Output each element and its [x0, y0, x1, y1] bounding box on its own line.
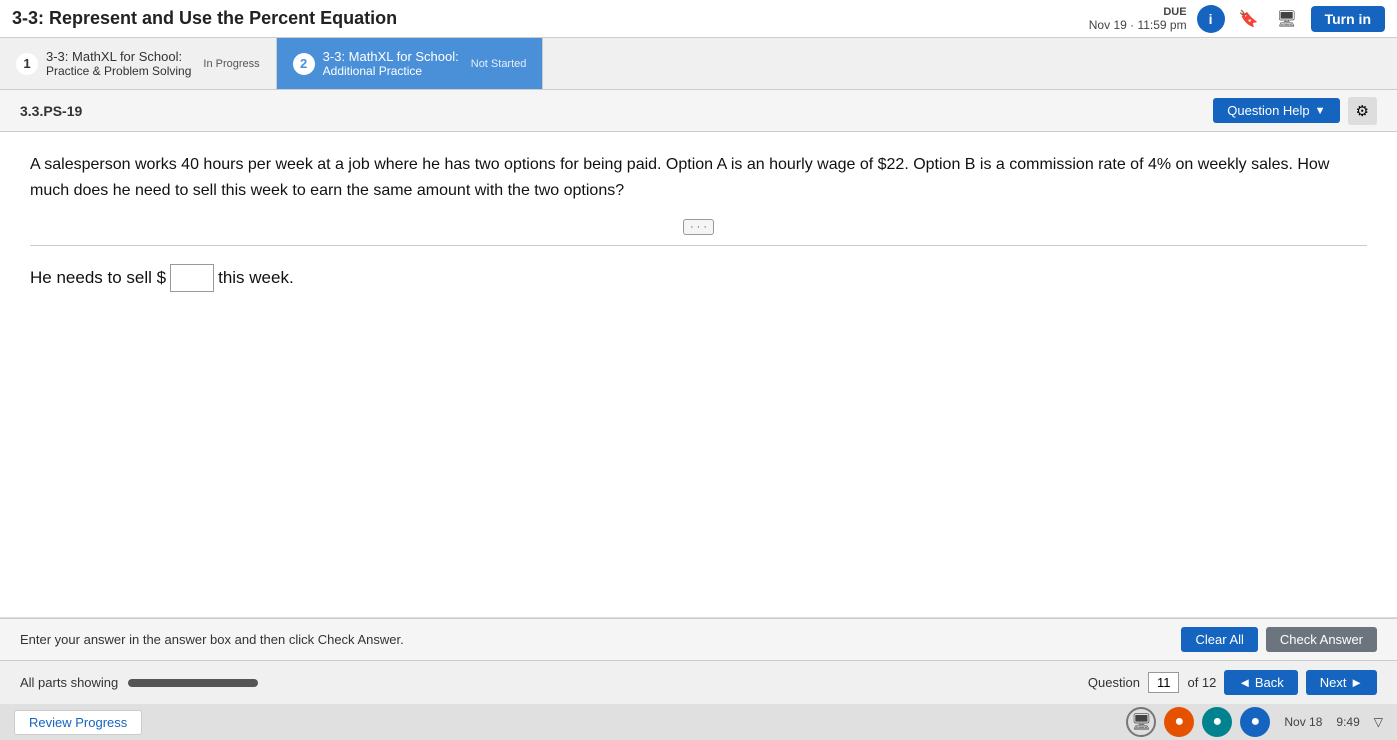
bottom-bar: Enter your answer in the answer box and … — [0, 618, 1397, 660]
tab-2[interactable]: 2 3-3: MathXL for School: Additional Pra… — [277, 38, 544, 89]
tab-2-number: 2 — [293, 53, 315, 75]
wifi-icon: ▽ — [1374, 715, 1383, 729]
check-answer-button[interactable]: Check Answer — [1266, 627, 1377, 652]
tab-2-title: 3-3: MathXL for School: — [323, 49, 459, 64]
next-button[interactable]: Next ► — [1306, 670, 1377, 695]
of-label: of 12 — [1187, 675, 1216, 690]
bookmark-icon[interactable]: 🔖 — [1235, 5, 1263, 33]
tab-1-status: In Progress — [203, 58, 259, 70]
tab-2-status: Not Started — [471, 58, 527, 70]
status-bar: Review Progress 🖥 ● ● ● Nov 18 9:49 ▽ — [0, 704, 1397, 740]
instruction-text: Enter your answer in the answer box and … — [20, 632, 404, 647]
answer-input[interactable] — [170, 264, 214, 292]
status-time: 9:49 — [1336, 715, 1359, 729]
due-info: DUE Nov 19 · 11:59 pm — [1089, 6, 1187, 32]
chevron-down-icon: ▼ — [1315, 105, 1326, 117]
screen-icon[interactable]: 🖥 — [1126, 707, 1156, 737]
question-area: 3.3.PS-19 Question Help ▼ ⚙ — [0, 90, 1397, 132]
content-wrapper: A salesperson works 40 hours per week at… — [0, 132, 1397, 618]
tab-1[interactable]: 1 3-3: MathXL for School: Practice & Pro… — [0, 38, 277, 89]
monitor-icon[interactable]: 🖥 — [1273, 5, 1301, 33]
bottom-bar-actions: Clear All Check Answer — [1181, 627, 1377, 652]
answer-suffix: this week. — [218, 268, 294, 288]
answer-prefix: He needs to sell $ — [30, 268, 166, 288]
top-header: 3-3: Represent and Use the Percent Equat… — [0, 0, 1397, 38]
due-label: DUE — [1089, 6, 1187, 18]
question-help-button[interactable]: Question Help ▼ — [1213, 98, 1339, 123]
teal-app-icon[interactable]: ● — [1202, 707, 1232, 737]
status-date: Nov 18 — [1284, 715, 1322, 729]
main-content: A salesperson works 40 hours per week at… — [0, 132, 1397, 618]
tab-1-content: 3-3: MathXL for School: Practice & Probl… — [46, 49, 191, 78]
tab-2-content: 3-3: MathXL for School: Additional Pract… — [323, 49, 459, 78]
parts-progress-bar — [128, 679, 258, 687]
parts-showing-label: All parts showing — [20, 675, 118, 690]
review-progress-button[interactable]: Review Progress — [14, 710, 142, 735]
turn-in-button[interactable]: Turn in — [1311, 6, 1385, 32]
blue-app-icon[interactable]: ● — [1240, 707, 1270, 737]
info-icon[interactable]: i — [1197, 5, 1225, 33]
taskbar-icons: 🖥 ● ● ● — [1126, 707, 1270, 737]
problem-text: A salesperson works 40 hours per week at… — [30, 152, 1367, 203]
tab-navigation: 1 3-3: MathXL for School: Practice & Pro… — [0, 38, 1397, 90]
question-help-area: Question Help ▼ ⚙ — [1213, 97, 1377, 125]
parts-progress-fill — [128, 679, 258, 687]
ellipsis-button[interactable]: · · · — [683, 219, 714, 235]
tab-1-title: 3-3: MathXL for School: — [46, 49, 191, 64]
parts-showing: All parts showing — [20, 675, 258, 690]
page-title: 3-3: Represent and Use the Percent Equat… — [12, 8, 397, 29]
tab-2-subtitle: Additional Practice — [323, 64, 459, 78]
question-nav: Question 11 of 12 ◄ Back Next ► — [1088, 670, 1377, 695]
orange-app-icon[interactable]: ● — [1164, 707, 1194, 737]
due-date: Nov 19 · 11:59 pm — [1089, 18, 1187, 32]
tab-1-subtitle: Practice & Problem Solving — [46, 64, 191, 78]
answer-row: He needs to sell $ this week. — [30, 264, 1367, 292]
clear-all-button[interactable]: Clear All — [1181, 627, 1257, 652]
divider — [30, 245, 1367, 246]
status-bar-right: 🖥 ● ● ● Nov 18 9:49 ▽ — [1126, 707, 1383, 737]
back-button[interactable]: ◄ Back — [1224, 670, 1297, 695]
question-nav-label: Question — [1088, 675, 1140, 690]
question-number: 11 — [1148, 672, 1180, 693]
settings-button[interactable]: ⚙ — [1348, 97, 1377, 125]
footer-nav: All parts showing Question 11 of 12 ◄ Ba… — [0, 660, 1397, 704]
question-help-label: Question Help — [1227, 103, 1309, 118]
header-right: DUE Nov 19 · 11:59 pm i 🔖 🖥 Turn in — [1089, 5, 1385, 33]
question-id: 3.3.PS-19 — [20, 103, 82, 119]
tab-1-number: 1 — [16, 53, 38, 75]
